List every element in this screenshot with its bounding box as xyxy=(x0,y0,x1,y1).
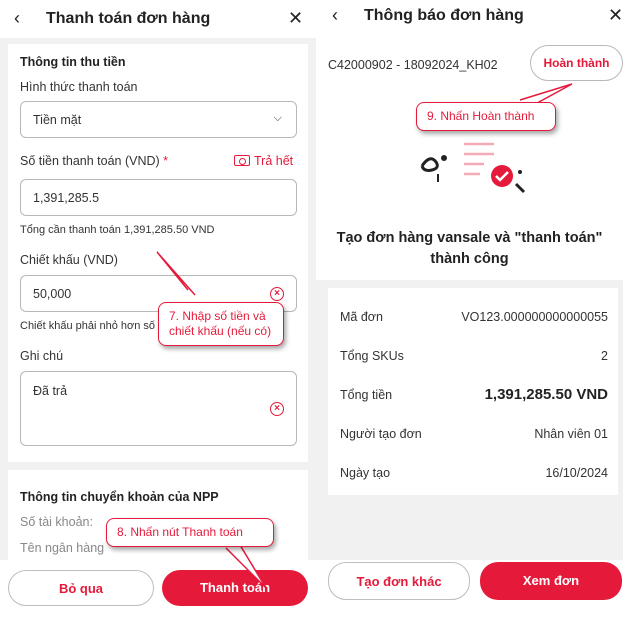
summary-row-key: Tổng SKUs xyxy=(340,349,404,363)
amount-hint: Tổng cần thanh toán 1,391,285.50 VND xyxy=(20,224,215,236)
payment-title: Thanh toán đơn hàng xyxy=(46,10,211,27)
note-textarea[interactable]: Đã trả × xyxy=(20,371,297,446)
new-order-button[interactable]: Tạo đơn khác xyxy=(328,562,470,600)
discount-hint: Chiết khấu phải nhỏ hơn số xyxy=(20,320,156,332)
discount-label: Chiết khấu (VND) xyxy=(20,253,118,267)
note-label: Ghi chú xyxy=(20,349,64,363)
step7-callout: 7. Nhập số tiền và chiết khấu (nếu có) xyxy=(158,302,284,346)
summary-row: Mã đơn VO123.000000000000055 xyxy=(328,298,618,337)
discount-value: 50,000 xyxy=(33,287,72,301)
close-icon[interactable]: ✕ xyxy=(288,8,303,29)
order-code: C42000902 - 18092024_KH02 xyxy=(328,58,498,72)
summary-row: Ngày tạo 16/10/2024 xyxy=(328,454,618,493)
cash-icon[interactable] xyxy=(234,155,250,166)
notice-header: ‹ Thông báo đơn hàng ✕ xyxy=(316,0,623,38)
order-summary-card: Mã đơn VO123.000000000000055 Tổng SKUs 2 Tổn… xyxy=(328,288,618,495)
summary-row-value: 16/10/2024 xyxy=(545,466,608,480)
payment-section-title: Thông tin thu tiền xyxy=(20,55,126,69)
account-number-label: Số tài khoản: xyxy=(20,515,93,529)
amount-value: 1,391,285.5 xyxy=(33,191,100,205)
summary-row-value: 2 xyxy=(601,349,608,363)
skip-button[interactable]: Bỏ qua xyxy=(8,570,154,606)
done-button[interactable]: Hoàn thành xyxy=(530,45,623,81)
payment-method-label: Hình thức thanh toán xyxy=(20,80,138,94)
summary-row-value: VO123.000000000000055 xyxy=(461,310,608,324)
view-order-button[interactable]: Xem đơn xyxy=(480,562,622,600)
summary-row-key: Tổng tiền xyxy=(340,388,393,402)
payment-method-value: Tiền mặt xyxy=(33,113,82,127)
amount-label: Số tiền thanh toán (VND) * xyxy=(20,154,169,168)
success-message: Tạo đơn hàng vansale và "thanh toán" thà… xyxy=(336,230,603,267)
pay-all-link[interactable]: Trả hết xyxy=(254,154,293,168)
summary-row: Tổng SKUs 2 xyxy=(328,337,618,376)
step9-callout: 9. Nhấn Hoàn thành xyxy=(416,102,556,131)
payment-method-select[interactable]: Tiền mặt ⌵ xyxy=(20,101,297,138)
summary-row-value: Nhân viên 01 xyxy=(534,427,608,441)
notice-title: Thông báo đơn hàng xyxy=(364,7,524,24)
chevron-down-icon: ⌵ xyxy=(273,112,282,124)
step8-callout: 8. Nhấn nút Thanh toán xyxy=(106,518,274,547)
back-arrow-icon[interactable]: ‹ xyxy=(14,8,20,29)
summary-row: Tổng tiền 1,391,285.50 VND xyxy=(328,376,618,415)
order-notice-screen: ‹ Thông báo đơn hàng ✕ C42000902 - 18092… xyxy=(316,0,623,630)
payment-action-bar: Bỏ qua Thanh toán xyxy=(0,560,316,630)
payment-info-card: Thông tin thu tiền Hình thức thanh toán … xyxy=(8,44,308,462)
back-arrow-icon[interactable]: ‹ xyxy=(332,5,338,26)
transfer-section-title: Thông tin chuyển khoản của NPP xyxy=(20,490,219,504)
clear-discount-icon[interactable]: × xyxy=(270,287,284,301)
clear-note-icon[interactable]: × xyxy=(270,402,284,416)
summary-row-key: Mã đơn xyxy=(340,310,383,324)
amount-input[interactable]: 1,391,285.5 xyxy=(20,179,297,216)
payment-header: ‹ Thanh toán đơn hàng ✕ xyxy=(0,0,316,38)
summary-row-value: 1,391,285.50 VND xyxy=(484,386,608,403)
close-icon[interactable]: ✕ xyxy=(608,5,623,26)
bank-name-label: Tên ngân hàng xyxy=(20,541,105,555)
pay-button[interactable]: Thanh toán xyxy=(162,570,308,606)
summary-row-key: Người tạo đơn xyxy=(340,427,422,441)
notice-action-bar: Tạo đơn khác Xem đơn xyxy=(316,560,623,630)
success-illustration-icon xyxy=(420,136,526,194)
summary-row-key: Ngày tạo xyxy=(340,466,391,480)
note-value: Đã trả xyxy=(33,384,68,398)
summary-row: Người tạo đơn Nhân viên 01 xyxy=(328,415,618,454)
